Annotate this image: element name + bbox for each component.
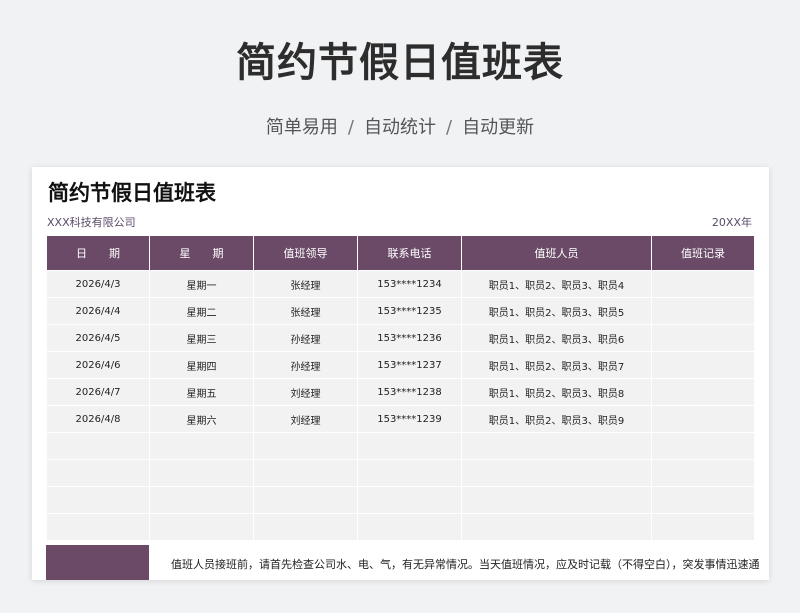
year-label: 20XX年: [711, 216, 752, 229]
table-cell[interactable]: [651, 297, 755, 325]
column-header: 联系电话: [357, 235, 462, 271]
table-cell[interactable]: [149, 459, 254, 487]
table-cell[interactable]: [651, 351, 755, 379]
table-cell[interactable]: [253, 513, 358, 541]
column-header: 值班记录: [651, 235, 755, 271]
table-cell[interactable]: [253, 432, 358, 460]
table-cell[interactable]: 153****1235: [357, 297, 462, 325]
table-cell[interactable]: [46, 513, 150, 541]
table-row: 2026/4/6 星期四 孙经理 153****1237 职员1、职员2、职员3、职员7: [46, 351, 755, 379]
table-cell[interactable]: 153****1239: [357, 405, 462, 433]
table-cell[interactable]: 职员1、职员2、职员3、职员5: [461, 297, 652, 325]
column-header: 星 期: [149, 235, 254, 271]
table-cell[interactable]: 153****1237: [357, 351, 462, 379]
table-cell[interactable]: [357, 513, 462, 541]
table-cell[interactable]: [149, 513, 254, 541]
table-cell[interactable]: 153****1238: [357, 378, 462, 406]
table-row: [46, 486, 755, 514]
table-cell[interactable]: 星期三: [149, 324, 254, 352]
table-cell[interactable]: 职员1、职员2、职员3、职员4: [461, 270, 652, 298]
table-cell[interactable]: [46, 459, 150, 487]
column-header: 日 期: [46, 235, 150, 271]
table-cell[interactable]: [651, 270, 755, 298]
table-cell[interactable]: 星期六: [149, 405, 254, 433]
table-cell[interactable]: 2026/4/8: [46, 405, 150, 433]
table-cell[interactable]: [357, 432, 462, 460]
table-cell[interactable]: 星期四: [149, 351, 254, 379]
table-cell[interactable]: [651, 432, 755, 460]
table-cell[interactable]: 张经理: [253, 297, 358, 325]
feature-tagline: 简单易用 / 自动统计 / 自动更新: [0, 113, 800, 139]
table-cell[interactable]: 张经理: [253, 270, 358, 298]
table-cell[interactable]: 星期五: [149, 378, 254, 406]
table-cell[interactable]: 职员1、职员2、职员3、职员9: [461, 405, 652, 433]
column-header: 值班人员: [461, 235, 652, 271]
table-cell[interactable]: 153****1236: [357, 324, 462, 352]
table-cell[interactable]: 职员1、职员2、职员3、职员7: [461, 351, 652, 379]
table-cell[interactable]: 153****1234: [357, 270, 462, 298]
sheet-title: 简约节假日值班表: [48, 181, 216, 205]
table-cell[interactable]: 星期一: [149, 270, 254, 298]
table-cell[interactable]: [651, 378, 755, 406]
table-row: 2026/4/4 星期二 张经理 153****1235 职员1、职员2、职员3、职员5: [46, 297, 755, 325]
table-cell[interactable]: 2026/4/6: [46, 351, 150, 379]
table-row: 2026/4/5 星期三 孙经理 153****1236 职员1、职员2、职员3、职员6: [46, 324, 755, 352]
table-body: 2026/4/3 星期一 张经理 153****1234 职员1、职员2、职员3、职员4…: [46, 270, 755, 541]
table-cell[interactable]: 孙经理: [253, 351, 358, 379]
table-row: 2026/4/3 星期一 张经理 153****1234 职员1、职员2、职员3、职员4: [46, 270, 755, 298]
table-cell[interactable]: [253, 486, 358, 514]
table-row: [46, 513, 755, 541]
spreadsheet-preview: 简约节假日值班表 XXX科技有限公司 20XX年 日 期星 期值班领导 联系电话值…: [32, 167, 769, 580]
table-cell[interactable]: 星期二: [149, 297, 254, 325]
table-cell[interactable]: [651, 324, 755, 352]
table-row: 2026/4/8 星期六 刘经理 153****1239 职员1、职员2、职员3、职员9: [46, 405, 755, 433]
table-cell[interactable]: [149, 432, 254, 460]
tag-separator: /: [446, 117, 453, 138]
table-cell[interactable]: 2026/4/3: [46, 270, 150, 298]
table-row: [46, 459, 755, 487]
table-row: [46, 432, 755, 460]
company-name: XXX科技有限公司: [47, 216, 136, 229]
table-cell[interactable]: [651, 486, 755, 514]
table-cell[interactable]: [357, 459, 462, 487]
page-title: 简约节假日值班表: [236, 40, 564, 86]
table-cell[interactable]: [253, 459, 358, 487]
table-cell[interactable]: [651, 405, 755, 433]
notes-text: 值班人员接班前，请首先检查公司水、电、气，有无异常情况。当天值班情况，应及时记载…: [171, 558, 760, 571]
table-cell[interactable]: [651, 513, 755, 541]
table-cell[interactable]: 孙经理: [253, 324, 358, 352]
table-row: 2026/4/7 星期五 刘经理 153****1238 职员1、职员2、职员3、职员8: [46, 378, 755, 406]
tag-easy: 简单易用: [265, 117, 338, 138]
column-header: 值班领导: [253, 235, 358, 271]
tag-auto-update: 自动更新: [462, 117, 535, 138]
tag-auto-stats: 自动统计: [364, 117, 436, 138]
table-cell[interactable]: [461, 486, 652, 514]
table-cell[interactable]: [461, 459, 652, 487]
table-cell[interactable]: [46, 486, 150, 514]
table-cell[interactable]: [461, 513, 652, 541]
table-cell[interactable]: [149, 486, 254, 514]
table-header-row: 日 期星 期值班领导 联系电话 值班人员 值班记录: [46, 235, 755, 271]
table-cell[interactable]: 2026/4/4: [46, 297, 150, 325]
table-cell[interactable]: [357, 486, 462, 514]
table-cell[interactable]: [651, 459, 755, 487]
table-cell[interactable]: 刘经理: [253, 378, 358, 406]
table-cell[interactable]: 职员1、职员2、职员3、职员6: [461, 324, 652, 352]
table-cell[interactable]: [461, 432, 652, 460]
tag-separator: /: [347, 117, 354, 138]
duty-table: 日 期星 期值班领导 联系电话 值班人员 值班记录 2026/4/3 星期一 张经理 153…: [46, 235, 755, 541]
table-cell[interactable]: [46, 432, 150, 460]
table-cell[interactable]: 2026/4/5: [46, 324, 150, 352]
table-cell[interactable]: 职员1、职员2、职员3、职员8: [461, 378, 652, 406]
notes-label-cell: [46, 545, 149, 580]
table-cell[interactable]: 刘经理: [253, 405, 358, 433]
table-cell[interactable]: 2026/4/7: [46, 378, 150, 406]
